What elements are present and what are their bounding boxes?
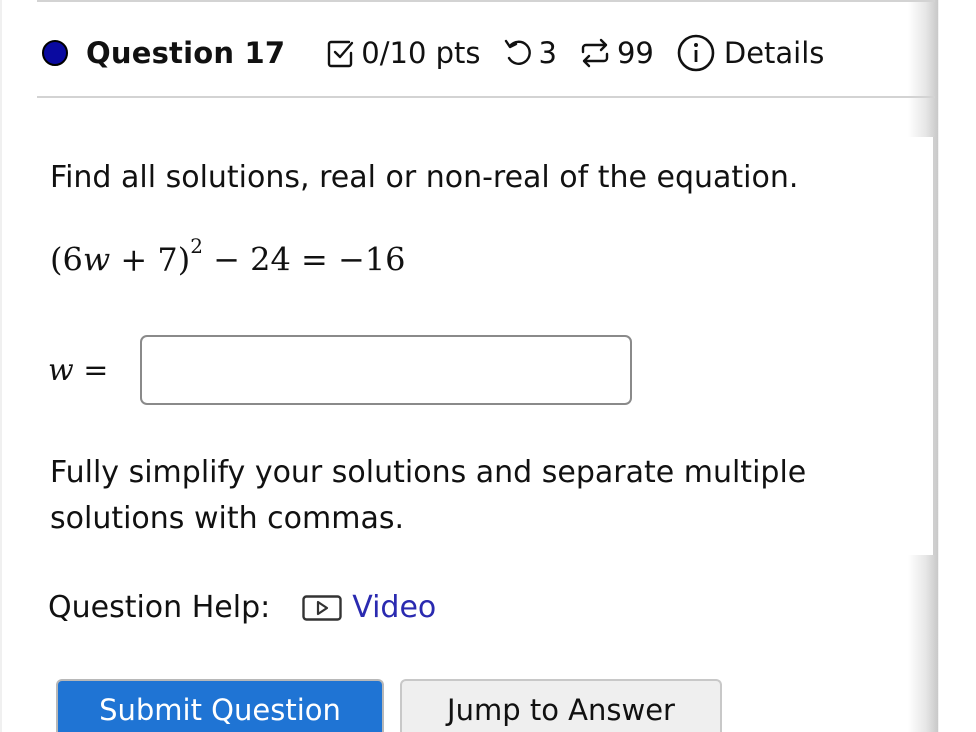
equation-variable: w — [82, 240, 111, 279]
details-link[interactable]: Details — [724, 36, 825, 70]
scrollbar-track[interactable] — [938, 0, 976, 732]
jump-to-answer-button[interactable]: Jump to Answer — [400, 679, 722, 732]
answer-label: w = — [48, 352, 109, 388]
video-link[interactable]: Video — [302, 590, 436, 625]
question-prompt: Find all solutions, real or non-real of … — [50, 160, 799, 195]
equation-mid: + 7) — [110, 240, 191, 279]
equation-open: (6 — [50, 240, 83, 279]
score-value: 0/10 pts — [361, 36, 481, 70]
left-border — [0, 0, 2, 732]
question-status-dot — [42, 40, 68, 66]
action-buttons: Submit Question Jump to Answer — [56, 679, 722, 732]
answer-input[interactable] — [140, 335, 632, 405]
question-page: Question 17 0/10 pts 3 99 Details Find a… — [0, 0, 976, 732]
top-divider — [37, 0, 935, 2]
checkbox-check-icon — [327, 38, 355, 68]
video-play-icon — [302, 594, 342, 621]
versions-count: 99 — [616, 36, 654, 70]
equation-rest: − 24 = −16 — [202, 240, 406, 279]
question-header: Question 17 0/10 pts 3 99 Details — [42, 26, 922, 80]
retry-icon — [503, 38, 533, 68]
question-title: Question 17 — [86, 36, 286, 70]
equation-exponent: 2 — [190, 234, 203, 258]
attempts-remaining: 3 — [538, 36, 557, 70]
submit-question-button[interactable]: Submit Question — [56, 679, 384, 732]
content-panel-edge — [908, 137, 935, 555]
answer-row: w = — [48, 335, 632, 405]
repeat-icon — [579, 36, 611, 70]
equation: (6w + 7)2 − 24 = −16 — [50, 234, 406, 279]
answer-instructions: Fully simplify your solutions and separa… — [50, 455, 807, 536]
info-icon[interactable] — [676, 33, 716, 73]
question-help: Question Help: Video — [48, 590, 436, 625]
question-help-label: Question Help: — [48, 590, 271, 625]
video-link-label: Video — [352, 590, 437, 625]
header-divider — [37, 96, 935, 98]
